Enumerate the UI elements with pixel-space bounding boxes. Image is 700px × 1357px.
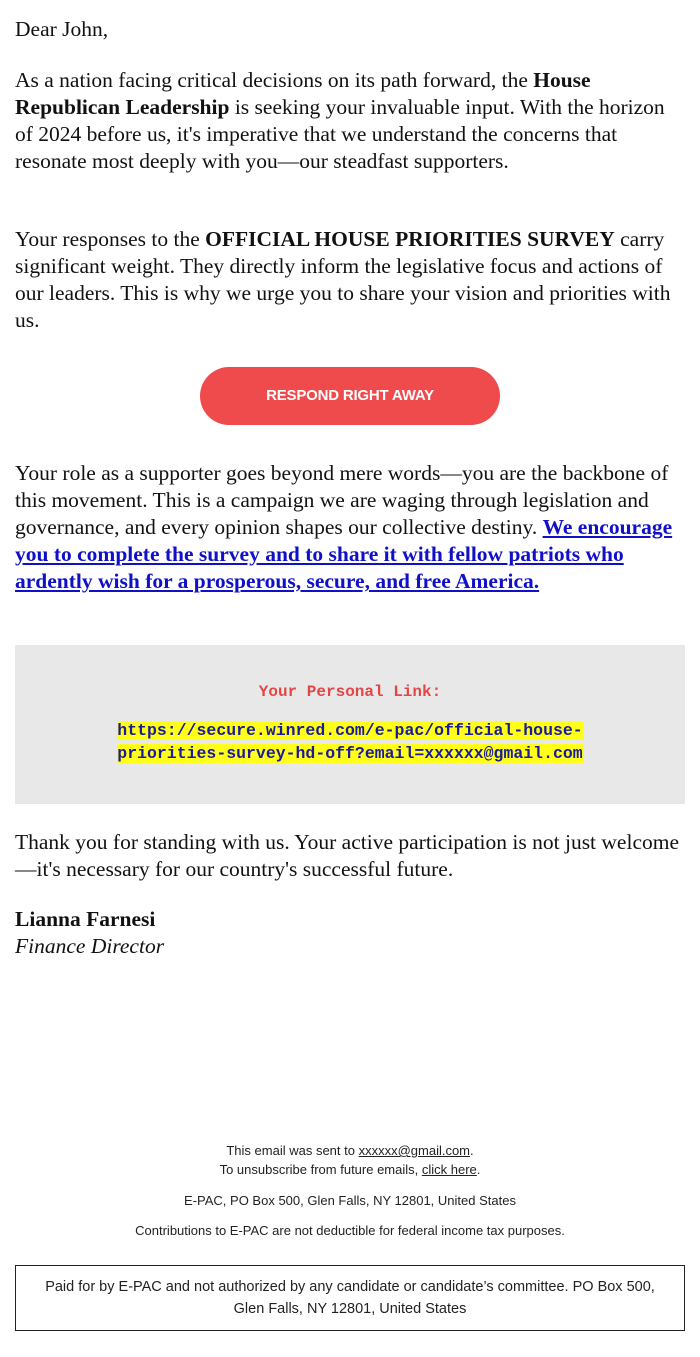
survey-bold-text: OFFICIAL HOUSE PRIORITIES SURVEY: [205, 227, 615, 251]
survey-paragraph: Your responses to the OFFICIAL HOUSE PRI…: [15, 226, 687, 334]
personal-link-url[interactable]: https://secure.winred.com/e-pac/official…: [117, 719, 583, 765]
personal-link-url-line1[interactable]: https://secure.winred.com/e-pac/official…: [117, 721, 583, 740]
unsubscribe-line: To unsubscribe from future emails, click…: [0, 1160, 700, 1179]
signature-name: Lianna Farnesi: [15, 907, 156, 931]
unsubscribe-text: To unsubscribe from future emails,: [219, 1162, 422, 1177]
footer: This email was sent to xxxxxx@gmail.com.…: [0, 1141, 700, 1240]
contributions-notice: Contributions to E-PAC are not deductibl…: [135, 1223, 565, 1238]
recipient-email-link[interactable]: xxxxxx@gmail.com: [359, 1143, 470, 1158]
personal-link-label: Your Personal Link:: [258, 683, 442, 701]
footer-address: E-PAC, PO Box 500, Glen Falls, NY 12801,…: [184, 1193, 516, 1208]
personal-link-url-line2[interactable]: priorities-survey-hd-off?email=xxxxxx@gm…: [117, 744, 583, 763]
intro-paragraph: As a nation facing critical decisions on…: [15, 67, 687, 175]
paid-for-disclaimer: Paid for by E-PAC and not authorized by …: [45, 1279, 655, 1317]
sent-to-line: This email was sent to xxxxxx@gmail.com.: [0, 1141, 700, 1160]
supporter-paragraph: Your role as a supporter goes beyond mer…: [15, 460, 687, 595]
paid-for-disclaimer-box: Paid for by E-PAC and not authorized by …: [15, 1265, 685, 1331]
sent-to-period: .: [470, 1143, 474, 1158]
survey-text-start: Your responses to the: [15, 227, 206, 251]
unsubscribe-period: .: [476, 1162, 481, 1177]
signature-title: Finance Director: [15, 934, 165, 958]
intro-text-start: As a nation facing critical decisions on…: [15, 68, 534, 92]
unsubscribe-link[interactable]: click here: [422, 1162, 477, 1177]
personal-link-box: Your Personal Link: https://secure.winre…: [15, 645, 685, 804]
sent-to-text: This email was sent to: [226, 1143, 359, 1158]
respond-right-away-button[interactable]: RESPOND RIGHT AWAY: [200, 367, 500, 425]
closing-paragraph: Thank you for standing with us. Your act…: [15, 830, 680, 881]
greeting: Dear John,: [15, 17, 109, 41]
cta-container: RESPOND RIGHT AWAY: [0, 367, 700, 425]
